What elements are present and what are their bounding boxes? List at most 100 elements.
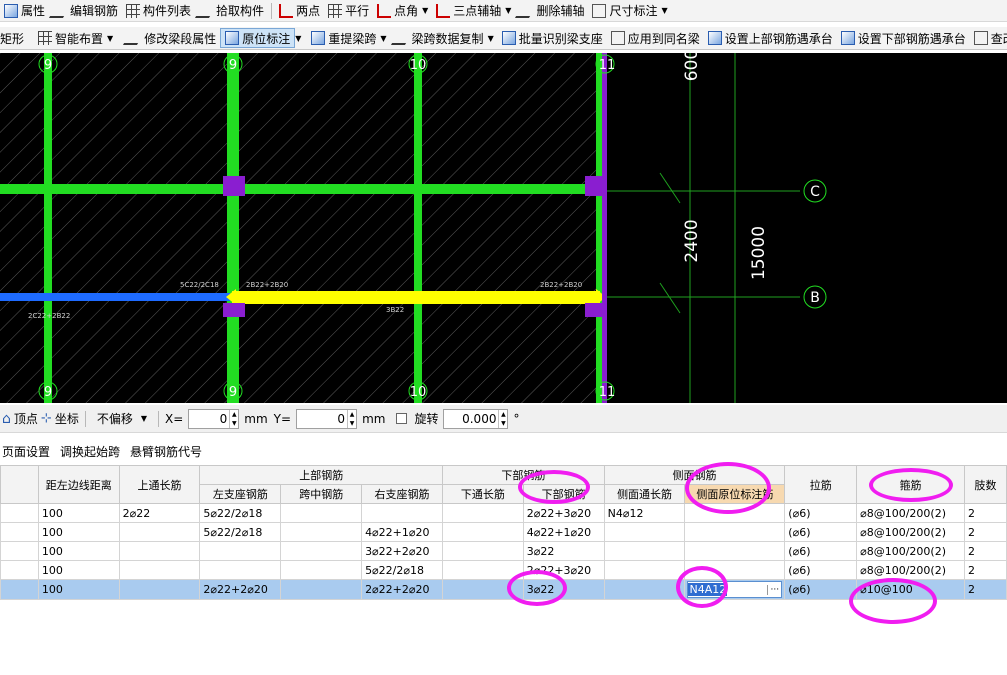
cell-top-through[interactable]	[118, 579, 201, 600]
y-stepper[interactable]: ▲▼	[296, 408, 358, 429]
two-point-button[interactable]: 两点	[275, 1, 324, 21]
cell-tie[interactable]: (⌀6)	[784, 560, 858, 580]
cell-tie[interactable]: (⌀6)	[784, 579, 858, 600]
cell-dist[interactable]: 100	[37, 522, 120, 542]
x-stepper[interactable]: ▲▼	[188, 408, 240, 429]
cell-dist[interactable]: 100	[37, 503, 120, 523]
table-row[interactable]: 100 2⌀22 5⌀22/2⌀18 2⌀22+3⌀20 N4⌀12 (⌀6) …	[0, 503, 1007, 523]
cell-stirrup[interactable]: ⌀8@100/200(2)	[856, 503, 966, 523]
dropdown-arrow-icon[interactable]: ▼	[505, 6, 511, 15]
cantilever-code-button[interactable]: 悬臂钢筋代号	[128, 441, 204, 461]
rotate-input[interactable]	[444, 409, 499, 428]
three-point-axis-button[interactable]: 三点辅轴 ▼	[432, 1, 515, 21]
cell-dist[interactable]: 100	[37, 579, 120, 600]
rotate-stepper[interactable]: ▲▼	[443, 408, 509, 429]
in-situ-annotation-button[interactable]: 原位标注	[220, 28, 296, 48]
coordinate-button[interactable]: 坐标	[55, 410, 79, 427]
cell-left-support[interactable]: 2⌀22+2⌀20	[199, 579, 282, 600]
cell-bottom-rebar[interactable]: 4⌀22+1⌀20	[522, 522, 605, 542]
cell-legs[interactable]: 2	[964, 503, 1007, 523]
properties-button[interactable]: 属性	[0, 1, 49, 21]
cell-side-through[interactable]	[603, 522, 686, 542]
rectangle-button[interactable]: 矩形	[0, 28, 28, 48]
point-angle-button[interactable]: 点角 ▼	[373, 1, 432, 21]
cell-right-support[interactable]: 3⌀22+2⌀20	[361, 541, 444, 561]
cell-mid-span[interactable]	[280, 522, 363, 542]
set-top-rebar-button[interactable]: 设置上部钢筋遇承台	[704, 28, 837, 48]
cell-left-support[interactable]	[199, 560, 282, 580]
cell-top-through[interactable]	[118, 522, 201, 542]
table-row[interactable]: 100 3⌀22+2⌀20 3⌀22 (⌀6) ⌀8@100/200(2) 2	[0, 541, 1007, 561]
component-list-button[interactable]: 构件列表	[122, 1, 195, 21]
cell-side-inplace[interactable]	[684, 541, 786, 561]
cell-legs[interactable]: 2	[964, 541, 1007, 561]
cell-mid-span[interactable]	[280, 503, 363, 523]
cell-right-support[interactable]: 5⌀22/2⌀18	[361, 560, 444, 580]
row-header-cell[interactable]	[0, 541, 39, 561]
inplace-edit-value[interactable]: N4A12	[688, 583, 728, 596]
query-button[interactable]: 查改标	[970, 28, 1007, 48]
cell-right-support[interactable]	[361, 503, 444, 523]
cell-side-inplace[interactable]	[684, 522, 786, 542]
cell-side-inplace[interactable]	[684, 560, 786, 580]
dropdown-arrow-icon[interactable]: ▼	[422, 6, 428, 15]
cell-left-support[interactable]: 5⌀22/2⌀18	[199, 503, 282, 523]
rotate-spin-buttons[interactable]: ▲ ▼	[498, 409, 507, 428]
batch-identify-button[interactable]: 批量识别梁支座	[498, 28, 607, 48]
cell-right-support[interactable]: 4⌀22+1⌀20	[361, 522, 444, 542]
pick-component-button[interactable]: 拾取构件	[195, 1, 268, 21]
cell-bottom-rebar[interactable]: 2⌀22+3⌀20	[522, 560, 605, 580]
cell-top-through[interactable]	[118, 560, 201, 580]
swap-start-span-button[interactable]: 调换起始跨	[58, 441, 122, 461]
cell-tie[interactable]: (⌀6)	[784, 503, 858, 523]
dropdown-arrow-icon[interactable]: ▼	[488, 34, 494, 43]
cell-tie[interactable]: (⌀6)	[784, 522, 858, 542]
row-header-cell[interactable]	[0, 560, 39, 580]
parallel-button[interactable]: 平行	[324, 1, 373, 21]
cell-stirrup[interactable]: ⌀8@100/200(2)	[856, 522, 966, 542]
cell-dist[interactable]: 100	[37, 541, 120, 561]
rotate-checkbox[interactable]	[396, 413, 408, 424]
offset-select[interactable]: 不偏移 ▼	[93, 409, 151, 429]
cell-bottom-through[interactable]	[442, 560, 524, 580]
cell-left-support[interactable]: 5⌀22/2⌀18	[199, 522, 282, 542]
dropdown-arrow-icon[interactable]: ▼	[380, 34, 386, 43]
x-spin-buttons[interactable]: ▲ ▼	[229, 409, 238, 428]
cell-stirrup[interactable]: ⌀8@100/200(2)	[856, 541, 966, 561]
cell-right-support[interactable]: 2⌀22+2⌀20	[361, 579, 444, 600]
cell-mid-span[interactable]	[280, 579, 363, 600]
dropdown-arrow-icon[interactable]: ▼	[295, 34, 301, 43]
cell-legs[interactable]: 2	[964, 522, 1007, 542]
selected-beam[interactable]	[232, 291, 600, 304]
cell-mid-span[interactable]	[280, 541, 363, 561]
cell-side-through[interactable]: N4⌀12	[603, 503, 686, 523]
cell-left-support[interactable]	[199, 541, 282, 561]
apply-same-name-button[interactable]: 应用到同名梁	[607, 28, 704, 48]
edit-rebar-button[interactable]: 编辑钢筋	[48, 1, 122, 21]
vertex-button[interactable]: 顶点	[14, 410, 38, 427]
delete-axis-button[interactable]: 删除辅轴	[515, 1, 588, 21]
cell-bottom-through[interactable]	[442, 541, 524, 561]
table-row[interactable]: 100 5⌀22/2⌀18 4⌀22+1⌀20 4⌀22+1⌀20 (⌀6) ⌀…	[0, 522, 1007, 542]
page-setup-button[interactable]: 页面设置	[0, 441, 52, 461]
cell-side-inplace[interactable]	[684, 503, 786, 523]
cell-stirrup[interactable]: ⌀10@100	[856, 579, 966, 600]
cell-bottom-through[interactable]	[442, 503, 524, 523]
table-row-selected[interactable]: 100 2⌀22+2⌀20 2⌀22+2⌀20 3⌀22 N4A12 ··· (…	[0, 579, 1007, 600]
cell-side-through[interactable]	[603, 579, 686, 600]
cell-stirrup[interactable]: ⌀8@100/200(2)	[856, 560, 966, 580]
x-input[interactable]	[189, 409, 230, 428]
inplace-edit-field[interactable]: N4A12 ···	[687, 581, 783, 598]
y-input[interactable]	[297, 409, 348, 428]
ellipsis-button[interactable]: ···	[767, 584, 781, 595]
y-spin-buttons[interactable]: ▲ ▼	[347, 409, 356, 428]
dimension-button[interactable]: 尺寸标注 ▼	[588, 1, 671, 21]
table-row[interactable]: 100 5⌀22/2⌀18 2⌀22+3⌀20 (⌀6) ⌀8@100/200(…	[0, 560, 1007, 580]
row-header-cell[interactable]	[0, 579, 39, 600]
re-extract-span-button[interactable]: 重提梁跨 ▼	[307, 28, 390, 48]
cell-top-through[interactable]: 2⌀22	[118, 503, 201, 523]
dropdown-arrow-icon[interactable]: ▼	[661, 6, 667, 15]
cell-bottom-rebar[interactable]: 3⌀22	[522, 541, 605, 561]
cell-legs[interactable]: 2	[964, 560, 1007, 580]
set-bottom-rebar-button[interactable]: 设置下部钢筋遇承台	[837, 28, 970, 48]
